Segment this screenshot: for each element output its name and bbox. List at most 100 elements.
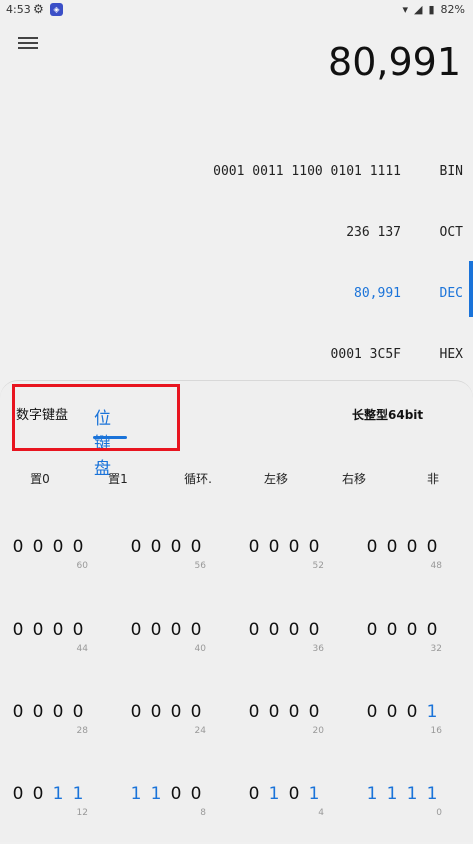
- radix-value-oct: 236 137: [346, 225, 401, 240]
- bit-toggle[interactable]: 0: [384, 620, 400, 640]
- status-right: ▾ ◢ ▮ 82%: [402, 3, 465, 16]
- bit-toggle[interactable]: 0: [266, 702, 282, 722]
- bit-toggle[interactable]: 0: [70, 620, 86, 640]
- bit-toggle[interactable]: 0: [246, 620, 262, 640]
- bit-toggle[interactable]: 0: [50, 702, 66, 722]
- active-radix-indicator: [469, 261, 473, 317]
- bit-toggle[interactable]: 0: [364, 537, 380, 557]
- bit-ops-row: 置0 置1 循环. 左移 右移 非: [0, 470, 473, 490]
- bit-toggle[interactable]: 0: [424, 620, 440, 640]
- bit-row: 0 0 0 0 28 0 0 0 0 24 0 0 0 0 20 0 0 0 1 16: [0, 702, 473, 762]
- radix-value-bin: 0001 0011 1100 0101 1111: [213, 164, 401, 179]
- bit-toggle[interactable]: 0: [246, 784, 262, 804]
- bit-position-label: 28: [76, 726, 88, 736]
- bit-toggle[interactable]: 0: [286, 784, 302, 804]
- bit-position-label: 20: [312, 726, 324, 736]
- radix-row-hex[interactable]: 0001 3C5F HEX: [0, 339, 473, 373]
- op-shift-right-button[interactable]: 右移: [324, 470, 384, 487]
- bit-toggle[interactable]: 1: [404, 784, 420, 804]
- bit-toggle[interactable]: 0: [286, 702, 302, 722]
- bit-toggle[interactable]: 0: [148, 702, 164, 722]
- op-not-button[interactable]: 非: [403, 470, 463, 487]
- bit-toggle[interactable]: 0: [364, 620, 380, 640]
- radix-row-dec[interactable]: 80,991 DEC: [0, 278, 473, 312]
- menu-icon[interactable]: [18, 34, 38, 52]
- op-set-button[interactable]: 置1: [88, 470, 148, 487]
- bit-toggle[interactable]: 0: [266, 537, 282, 557]
- bit-toggle[interactable]: 1: [70, 784, 86, 804]
- bit-toggle[interactable]: 0: [30, 784, 46, 804]
- bit-toggle[interactable]: 0: [306, 537, 322, 557]
- bit-row: 0 0 0 0 60 0 0 0 0 56 0 0 0 0 52 0 0 0 0 48: [0, 537, 473, 597]
- bit-toggle[interactable]: 0: [30, 537, 46, 557]
- bit-toggle[interactable]: 1: [306, 784, 322, 804]
- op-clear-button[interactable]: 置0: [10, 470, 70, 487]
- bit-toggle[interactable]: 0: [10, 784, 26, 804]
- bit-toggle[interactable]: 0: [128, 620, 144, 640]
- bit-toggle[interactable]: 0: [50, 537, 66, 557]
- annotation-highlight-box: [12, 384, 180, 451]
- bit-toggle[interactable]: 1: [424, 702, 440, 722]
- bit-toggle[interactable]: 0: [188, 537, 204, 557]
- bit-toggle[interactable]: 0: [404, 537, 420, 557]
- radix-row-bin[interactable]: 0001 0011 1100 0101 1111 BIN: [0, 156, 473, 190]
- bit-toggle[interactable]: 0: [404, 620, 420, 640]
- bit-position-label: 4: [318, 808, 324, 818]
- bit-position-label: 12: [76, 808, 88, 818]
- op-rotate-button[interactable]: 循环.: [168, 470, 228, 487]
- bit-toggle[interactable]: 0: [286, 620, 302, 640]
- bit-toggle[interactable]: 0: [286, 537, 302, 557]
- bit-position-label: 48: [430, 561, 442, 571]
- bit-toggle[interactable]: 0: [364, 702, 380, 722]
- bit-toggle[interactable]: 0: [384, 702, 400, 722]
- bit-toggle[interactable]: 0: [306, 702, 322, 722]
- bit-toggle[interactable]: 0: [10, 537, 26, 557]
- bit-toggle[interactable]: 0: [148, 620, 164, 640]
- bit-toggle[interactable]: 0: [188, 702, 204, 722]
- bit-toggle[interactable]: 1: [424, 784, 440, 804]
- bit-toggle[interactable]: 0: [30, 620, 46, 640]
- bit-toggle[interactable]: 0: [148, 537, 164, 557]
- bit-toggle[interactable]: 0: [128, 702, 144, 722]
- bit-toggle[interactable]: 1: [384, 784, 400, 804]
- bit-toggle[interactable]: 0: [188, 784, 204, 804]
- bit-toggle[interactable]: 0: [384, 537, 400, 557]
- bit-toggle[interactable]: 0: [246, 537, 262, 557]
- main-display: 80,991: [328, 40, 461, 84]
- bit-toggle[interactable]: 0: [50, 620, 66, 640]
- bit-toggle[interactable]: 0: [70, 702, 86, 722]
- radix-label-dec: DEC: [439, 286, 463, 301]
- bit-toggle[interactable]: 1: [128, 784, 144, 804]
- bit-toggle[interactable]: 1: [50, 784, 66, 804]
- radix-row-oct[interactable]: 236 137 OCT: [0, 217, 473, 251]
- bit-position-label: 0: [436, 808, 442, 818]
- bit-toggle[interactable]: 0: [188, 620, 204, 640]
- bit-toggle[interactable]: 0: [266, 620, 282, 640]
- bit-toggle[interactable]: 0: [246, 702, 262, 722]
- bit-toggle[interactable]: 1: [364, 784, 380, 804]
- word-size-selector[interactable]: 长整型64bit: [352, 406, 423, 423]
- bit-toggle[interactable]: 0: [168, 702, 184, 722]
- bit-toggle[interactable]: 0: [168, 784, 184, 804]
- radix-value-hex: 0001 3C5F: [330, 347, 401, 362]
- battery-icon: ▮: [428, 3, 435, 16]
- bit-toggle[interactable]: 0: [404, 702, 420, 722]
- bit-toggle[interactable]: 1: [266, 784, 282, 804]
- battery-percent: 82%: [440, 3, 465, 16]
- bit-toggle[interactable]: 1: [148, 784, 164, 804]
- bit-toggle[interactable]: 0: [168, 537, 184, 557]
- op-shift-left-button[interactable]: 左移: [246, 470, 306, 487]
- bit-position-label: 32: [430, 644, 442, 654]
- bit-toggle[interactable]: 0: [168, 620, 184, 640]
- bit-toggle[interactable]: 0: [70, 537, 86, 557]
- bit-row: 0 0 0 0 44 0 0 0 0 40 0 0 0 0 36 0 0 0 0 32: [0, 620, 473, 680]
- bit-toggle[interactable]: 0: [30, 702, 46, 722]
- bit-toggle[interactable]: 0: [128, 537, 144, 557]
- wifi-icon: ▾: [402, 3, 409, 16]
- bit-toggle[interactable]: 0: [10, 620, 26, 640]
- bit-toggle[interactable]: 0: [306, 620, 322, 640]
- bit-toggle[interactable]: 0: [424, 537, 440, 557]
- bit-toggle[interactable]: 0: [10, 702, 26, 722]
- app-badge-icon: ◈: [50, 3, 63, 16]
- signal-icon: ◢: [414, 3, 423, 16]
